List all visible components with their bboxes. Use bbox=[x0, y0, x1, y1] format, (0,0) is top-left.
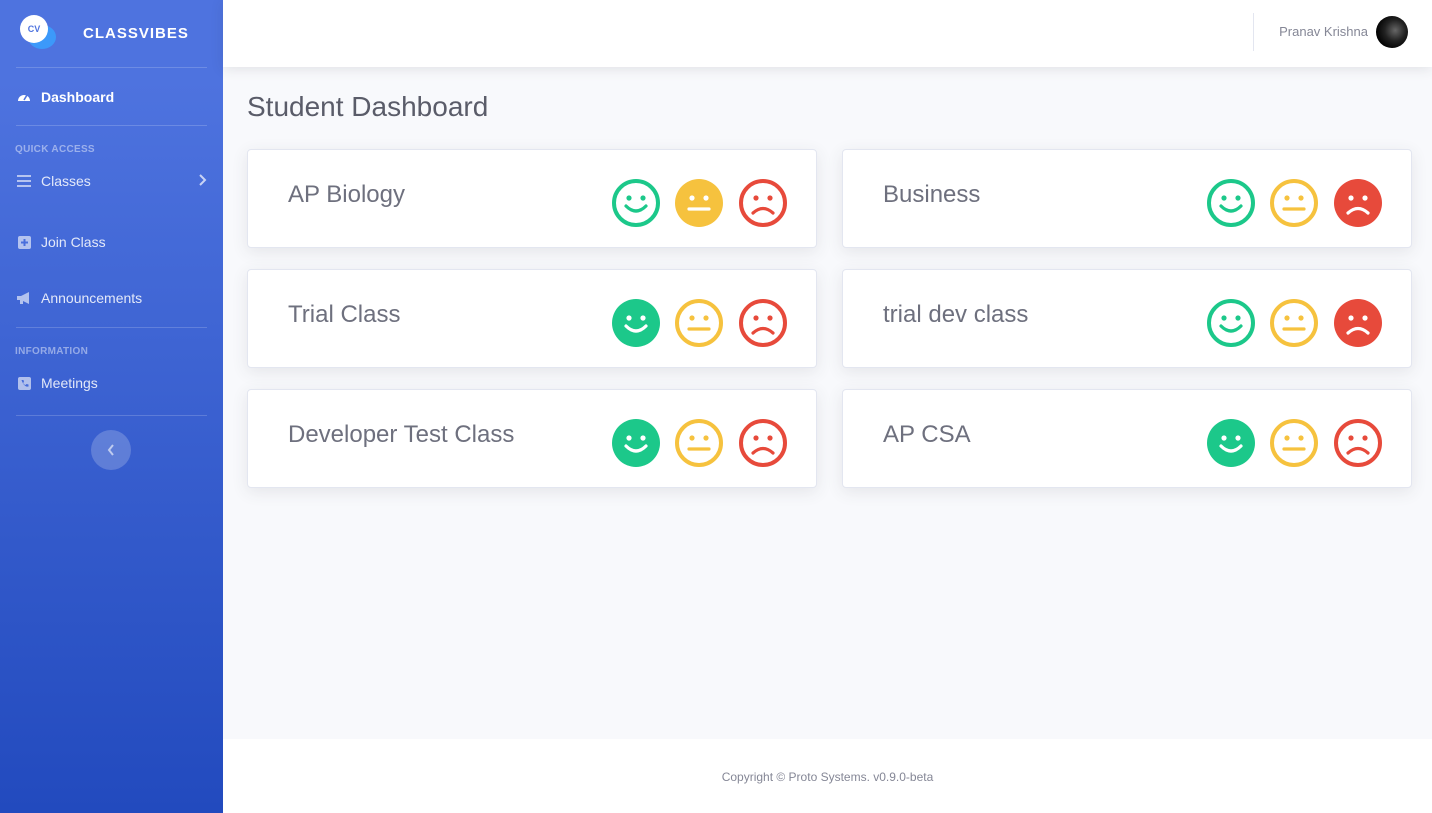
neutral-face-icon bbox=[675, 179, 723, 227]
sad-face-icon bbox=[739, 419, 787, 467]
sidebar-item-label: Classes bbox=[41, 173, 91, 189]
sad-face-button[interactable] bbox=[738, 418, 788, 468]
sidebar-toggle-button[interactable] bbox=[91, 430, 131, 470]
topbar-divider bbox=[1253, 13, 1254, 51]
megaphone-icon bbox=[16, 290, 32, 306]
happy-face-icon bbox=[612, 179, 660, 227]
class-name: AP Biology bbox=[288, 181, 405, 208]
neutral-face-icon bbox=[1270, 179, 1318, 227]
neutral-face-button[interactable] bbox=[674, 298, 724, 348]
class-card[interactable]: AP CSA bbox=[842, 389, 1412, 488]
happy-face-button[interactable] bbox=[611, 298, 661, 348]
avatar[interactable] bbox=[1376, 16, 1408, 48]
sidebar-heading-information: INFORMATION bbox=[15, 346, 89, 357]
happy-face-button[interactable] bbox=[1206, 418, 1256, 468]
chevron-right-icon bbox=[199, 173, 207, 189]
brand-logo: CV bbox=[20, 14, 58, 53]
sidebar-divider bbox=[16, 415, 207, 416]
neutral-face-icon bbox=[1270, 419, 1318, 467]
topbar: Pranav Krishna bbox=[223, 0, 1432, 67]
dashboard-gauge-icon bbox=[16, 89, 32, 105]
sad-face-button[interactable] bbox=[738, 298, 788, 348]
happy-face-button[interactable] bbox=[611, 418, 661, 468]
sidebar-item-dashboard[interactable]: Dashboard bbox=[0, 68, 223, 125]
sad-face-icon bbox=[1334, 299, 1382, 347]
list-icon bbox=[16, 173, 32, 189]
phone-square-icon bbox=[16, 375, 32, 391]
neutral-face-button[interactable] bbox=[674, 418, 724, 468]
page-title: Student Dashboard bbox=[247, 91, 489, 122]
neutral-face-button[interactable] bbox=[674, 178, 724, 228]
class-name: trial dev class bbox=[883, 301, 1029, 328]
happy-face-icon bbox=[1207, 299, 1255, 347]
sidebar-item-join-class[interactable]: Join Class bbox=[0, 214, 223, 270]
happy-face-button[interactable] bbox=[1206, 178, 1256, 228]
happy-face-icon bbox=[612, 419, 660, 467]
class-card[interactable]: Developer Test Class bbox=[247, 389, 817, 488]
sidebar-item-label: Announcements bbox=[41, 290, 143, 306]
class-name: Trial Class bbox=[288, 301, 401, 328]
neutral-face-button[interactable] bbox=[1269, 178, 1319, 228]
sad-face-button[interactable] bbox=[1333, 298, 1383, 348]
neutral-face-icon bbox=[675, 419, 723, 467]
class-card[interactable]: Trial Class bbox=[247, 269, 817, 368]
sidebar: CV CLASSVIBES Dashboard QUICK ACCESS Cla… bbox=[0, 0, 223, 813]
sidebar-item-classes[interactable]: Classes bbox=[0, 158, 223, 204]
sidebar-item-label: Join Class bbox=[41, 234, 106, 250]
sad-face-icon bbox=[1334, 419, 1382, 467]
sidebar-heading-quick-access: QUICK ACCESS bbox=[15, 144, 95, 155]
brand[interactable]: CV CLASSVIBES bbox=[0, 0, 223, 67]
sidebar-item-label: Meetings bbox=[41, 375, 98, 391]
sidebar-item-announcements[interactable]: Announcements bbox=[0, 270, 223, 326]
sad-face-icon bbox=[739, 179, 787, 227]
happy-face-icon bbox=[1207, 179, 1255, 227]
brand-logo-text: CV bbox=[20, 14, 48, 43]
plus-square-icon bbox=[16, 234, 32, 250]
chevron-left-icon bbox=[107, 444, 114, 456]
class-card[interactable]: trial dev class bbox=[842, 269, 1412, 368]
sad-face-button[interactable] bbox=[1333, 178, 1383, 228]
footer: Copyright © Proto Systems. v0.9.0-beta bbox=[223, 739, 1432, 813]
sidebar-item-label: Dashboard bbox=[41, 88, 115, 105]
brand-name: CLASSVIBES bbox=[83, 25, 189, 42]
sidebar-divider bbox=[16, 125, 207, 126]
class-card[interactable]: Business bbox=[842, 149, 1412, 248]
neutral-face-icon bbox=[1270, 299, 1318, 347]
sidebar-item-meetings[interactable]: Meetings bbox=[0, 360, 223, 406]
sad-face-button[interactable] bbox=[1333, 418, 1383, 468]
class-name: Developer Test Class bbox=[288, 421, 515, 448]
class-name: AP CSA bbox=[883, 421, 971, 448]
happy-face-button[interactable] bbox=[1206, 298, 1256, 348]
neutral-face-icon bbox=[675, 299, 723, 347]
class-card[interactable]: AP Biology bbox=[247, 149, 817, 248]
neutral-face-button[interactable] bbox=[1269, 418, 1319, 468]
class-name: Business bbox=[883, 181, 981, 208]
happy-face-icon bbox=[1207, 419, 1255, 467]
user-name[interactable]: Pranav Krishna bbox=[1279, 24, 1368, 39]
happy-face-button[interactable] bbox=[611, 178, 661, 228]
sidebar-divider bbox=[16, 327, 207, 328]
happy-face-icon bbox=[612, 299, 660, 347]
footer-copyright: Copyright © Proto Systems. v0.9.0-beta bbox=[721, 770, 934, 784]
sad-face-icon bbox=[739, 299, 787, 347]
neutral-face-button[interactable] bbox=[1269, 298, 1319, 348]
sad-face-icon bbox=[1334, 179, 1382, 227]
sad-face-button[interactable] bbox=[738, 178, 788, 228]
